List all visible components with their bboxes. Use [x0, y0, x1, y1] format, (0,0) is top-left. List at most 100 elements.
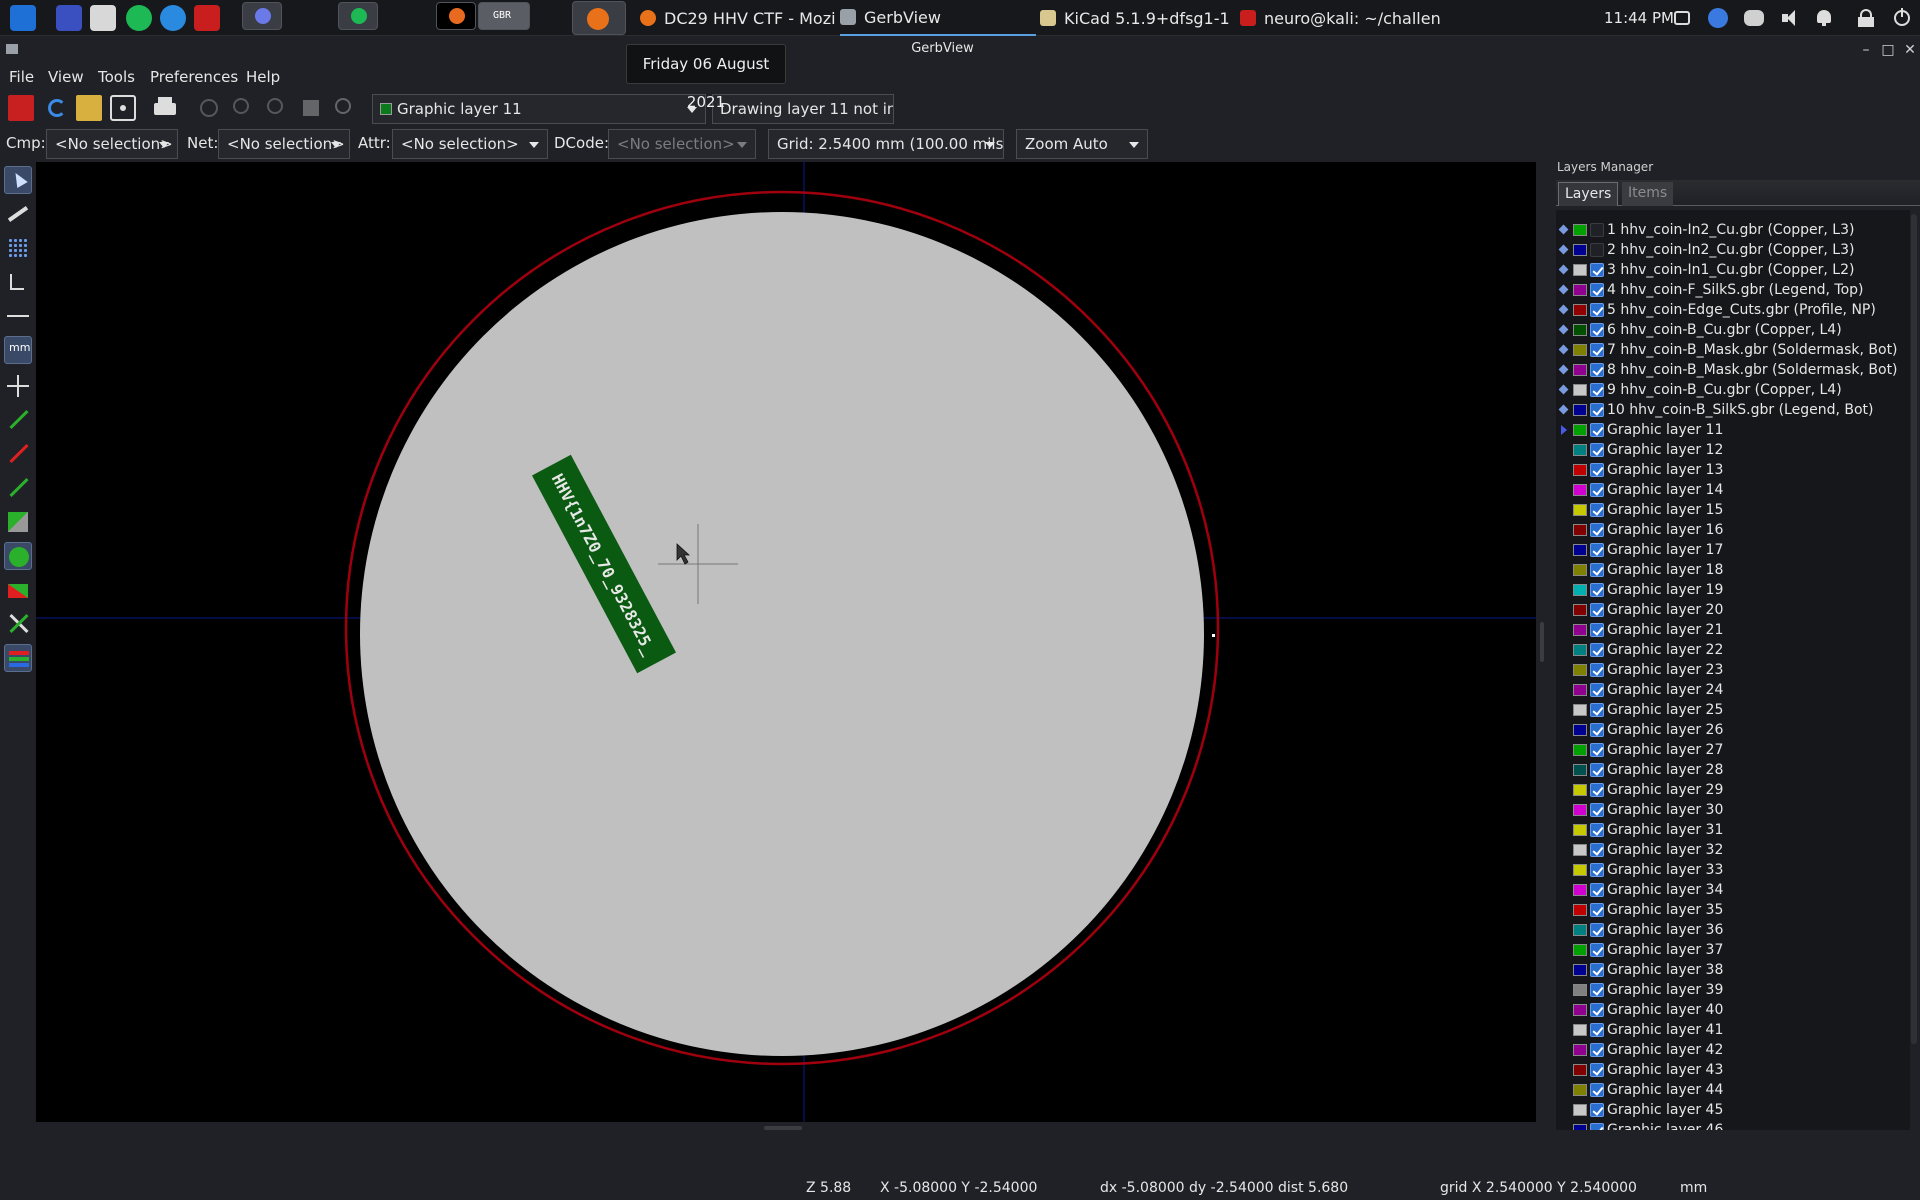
- tab-layers[interactable]: Layers: [1558, 182, 1619, 206]
- layer-row[interactable]: Graphic layer 32: [1556, 840, 1910, 860]
- layer-color-swatch[interactable]: [1573, 904, 1587, 916]
- layer-visibility-checkbox[interactable]: [1590, 883, 1604, 897]
- volume-icon[interactable]: [1780, 8, 1800, 28]
- layer-row[interactable]: Graphic layer 35: [1556, 900, 1910, 920]
- menu-file[interactable]: File: [9, 68, 34, 86]
- layer-row[interactable]: Graphic layer 24: [1556, 680, 1910, 700]
- inch-units-icon[interactable]: [4, 302, 32, 330]
- gerber-canvas[interactable]: HHV{1n7Z0_70_9328325_: [36, 162, 1536, 1122]
- layer-color-swatch[interactable]: [1573, 284, 1587, 296]
- cursor-shape-icon[interactable]: [4, 372, 32, 400]
- layer-visibility-checkbox[interactable]: [1590, 823, 1604, 837]
- task-firefox[interactable]: DC29 HHV CTF - Mozill...: [640, 0, 836, 36]
- layer-color-swatch[interactable]: [1573, 624, 1587, 636]
- layer-row[interactable]: Graphic layer 18: [1556, 560, 1910, 580]
- layer-visibility-checkbox[interactable]: [1590, 803, 1604, 817]
- layer-color-swatch[interactable]: [1573, 1124, 1587, 1130]
- select-tool-icon[interactable]: [4, 166, 32, 194]
- layer-color-swatch[interactable]: [1573, 404, 1587, 416]
- layer-row[interactable]: Graphic layer 42: [1556, 1040, 1910, 1060]
- layer-row[interactable]: Graphic layer 40: [1556, 1000, 1910, 1020]
- layer-visibility-checkbox[interactable]: [1590, 563, 1604, 577]
- kali-menu-icon[interactable]: [10, 5, 36, 31]
- canvas-scrollbar[interactable]: [36, 1122, 1536, 1134]
- layer-visibility-checkbox[interactable]: [1590, 323, 1604, 337]
- layer-visibility-checkbox[interactable]: [1590, 743, 1604, 757]
- zoom-in-icon[interactable]: [230, 95, 256, 121]
- menu-help[interactable]: Help: [246, 68, 280, 86]
- layer-color-swatch[interactable]: [1573, 444, 1587, 456]
- diff-mode-icon[interactable]: [4, 576, 32, 604]
- cmp-select[interactable]: <No selection>: [46, 129, 178, 159]
- notification-bell-icon[interactable]: [1814, 8, 1834, 28]
- layer-visibility-checkbox[interactable]: [1590, 763, 1604, 777]
- layer-color-swatch[interactable]: [1573, 884, 1587, 896]
- file-manager-icon[interactable]: [90, 5, 116, 31]
- layer-row[interactable]: Graphic layer 33: [1556, 860, 1910, 880]
- panel-splitter[interactable]: [1536, 162, 1550, 1128]
- firefox-task-icon[interactable]: [572, 1, 626, 35]
- net-select[interactable]: <No selection>: [218, 129, 350, 159]
- power-icon[interactable]: [1892, 8, 1912, 28]
- menu-view[interactable]: View: [48, 68, 84, 86]
- layer-color-swatch[interactable]: [1573, 964, 1587, 976]
- layer-color-swatch[interactable]: [1573, 304, 1587, 316]
- layer-color-swatch[interactable]: [1573, 424, 1587, 436]
- layer-row[interactable]: Graphic layer 38: [1556, 960, 1910, 980]
- layer-row[interactable]: Graphic layer 26: [1556, 720, 1910, 740]
- task-terminal[interactable]: neuro@kali: ~/challenge...: [1240, 0, 1440, 36]
- layer-visibility-checkbox[interactable]: [1590, 863, 1604, 877]
- layer-color-swatch[interactable]: [1573, 524, 1587, 536]
- layer-color-swatch[interactable]: [1573, 804, 1587, 816]
- layer-color-swatch[interactable]: [1573, 1004, 1587, 1016]
- layer-color-swatch[interactable]: [1573, 244, 1587, 256]
- clear-board-icon[interactable]: [8, 95, 34, 121]
- flash-sketch-icon[interactable]: [4, 406, 32, 434]
- layer-row[interactable]: Graphic layer 31: [1556, 820, 1910, 840]
- layer-visibility-checkbox[interactable]: [1590, 303, 1604, 317]
- mm-units-icon[interactable]: mm: [4, 336, 32, 364]
- tab-items[interactable]: Items: [1622, 182, 1674, 206]
- layer-visibility-checkbox[interactable]: [1590, 603, 1604, 617]
- layer-color-swatch[interactable]: [1573, 684, 1587, 696]
- layer-visibility-checkbox[interactable]: [1590, 943, 1604, 957]
- close-icon[interactable]: ✕: [1902, 42, 1918, 58]
- layer-visibility-checkbox[interactable]: [1590, 283, 1604, 297]
- layer-row[interactable]: Graphic layer 44: [1556, 1080, 1910, 1100]
- layer-row[interactable]: Graphic layer 21: [1556, 620, 1910, 640]
- layer-row[interactable]: Graphic layer 15: [1556, 500, 1910, 520]
- layer-row[interactable]: 2 hhv_coin-In2_Cu.gbr (Copper, L3): [1556, 240, 1910, 260]
- layer-row[interactable]: Graphic layer 22: [1556, 640, 1910, 660]
- firefox-launcher-icon[interactable]: [436, 2, 476, 30]
- load-drill-icon[interactable]: [110, 95, 136, 121]
- hp-icon[interactable]: [1708, 8, 1728, 28]
- layer-visibility-checkbox[interactable]: [1590, 963, 1604, 977]
- layer-color-swatch[interactable]: [1573, 1084, 1587, 1096]
- layer-color-swatch[interactable]: [1573, 544, 1587, 556]
- transparency-icon[interactable]: [4, 610, 32, 638]
- layer-color-swatch[interactable]: [1573, 464, 1587, 476]
- app-icon[interactable]: [194, 5, 220, 31]
- layer-color-swatch[interactable]: [1573, 324, 1587, 336]
- layers-manager-toggle-icon[interactable]: [4, 644, 32, 672]
- layer-visibility-checkbox[interactable]: [1590, 1043, 1604, 1057]
- layer-color-swatch[interactable]: [1573, 1104, 1587, 1116]
- clock[interactable]: 11:44 PM: [1604, 0, 1674, 36]
- layer-visibility-checkbox[interactable]: [1590, 1023, 1604, 1037]
- layer-color-swatch[interactable]: [1573, 504, 1587, 516]
- layer-visibility-checkbox[interactable]: [1590, 363, 1604, 377]
- open-folder-icon[interactable]: [76, 95, 102, 121]
- layer-visibility-checkbox[interactable]: [1590, 1003, 1604, 1017]
- gerbview-launcher-icon[interactable]: GBR: [478, 2, 530, 30]
- display-icon[interactable]: [1674, 11, 1690, 25]
- grid-toggle-icon[interactable]: [4, 234, 32, 262]
- layer-color-swatch[interactable]: [1573, 584, 1587, 596]
- layer-row[interactable]: Graphic layer 39: [1556, 980, 1910, 1000]
- attr-select[interactable]: <No selection>: [392, 129, 548, 159]
- layer-visibility-checkbox[interactable]: [1590, 643, 1604, 657]
- layer-row[interactable]: Graphic layer 14: [1556, 480, 1910, 500]
- layer-row[interactable]: Graphic layer 45: [1556, 1100, 1910, 1120]
- layer-visibility-checkbox[interactable]: [1590, 503, 1604, 517]
- layer-visibility-checkbox[interactable]: [1590, 923, 1604, 937]
- layer-row[interactable]: Graphic layer 23: [1556, 660, 1910, 680]
